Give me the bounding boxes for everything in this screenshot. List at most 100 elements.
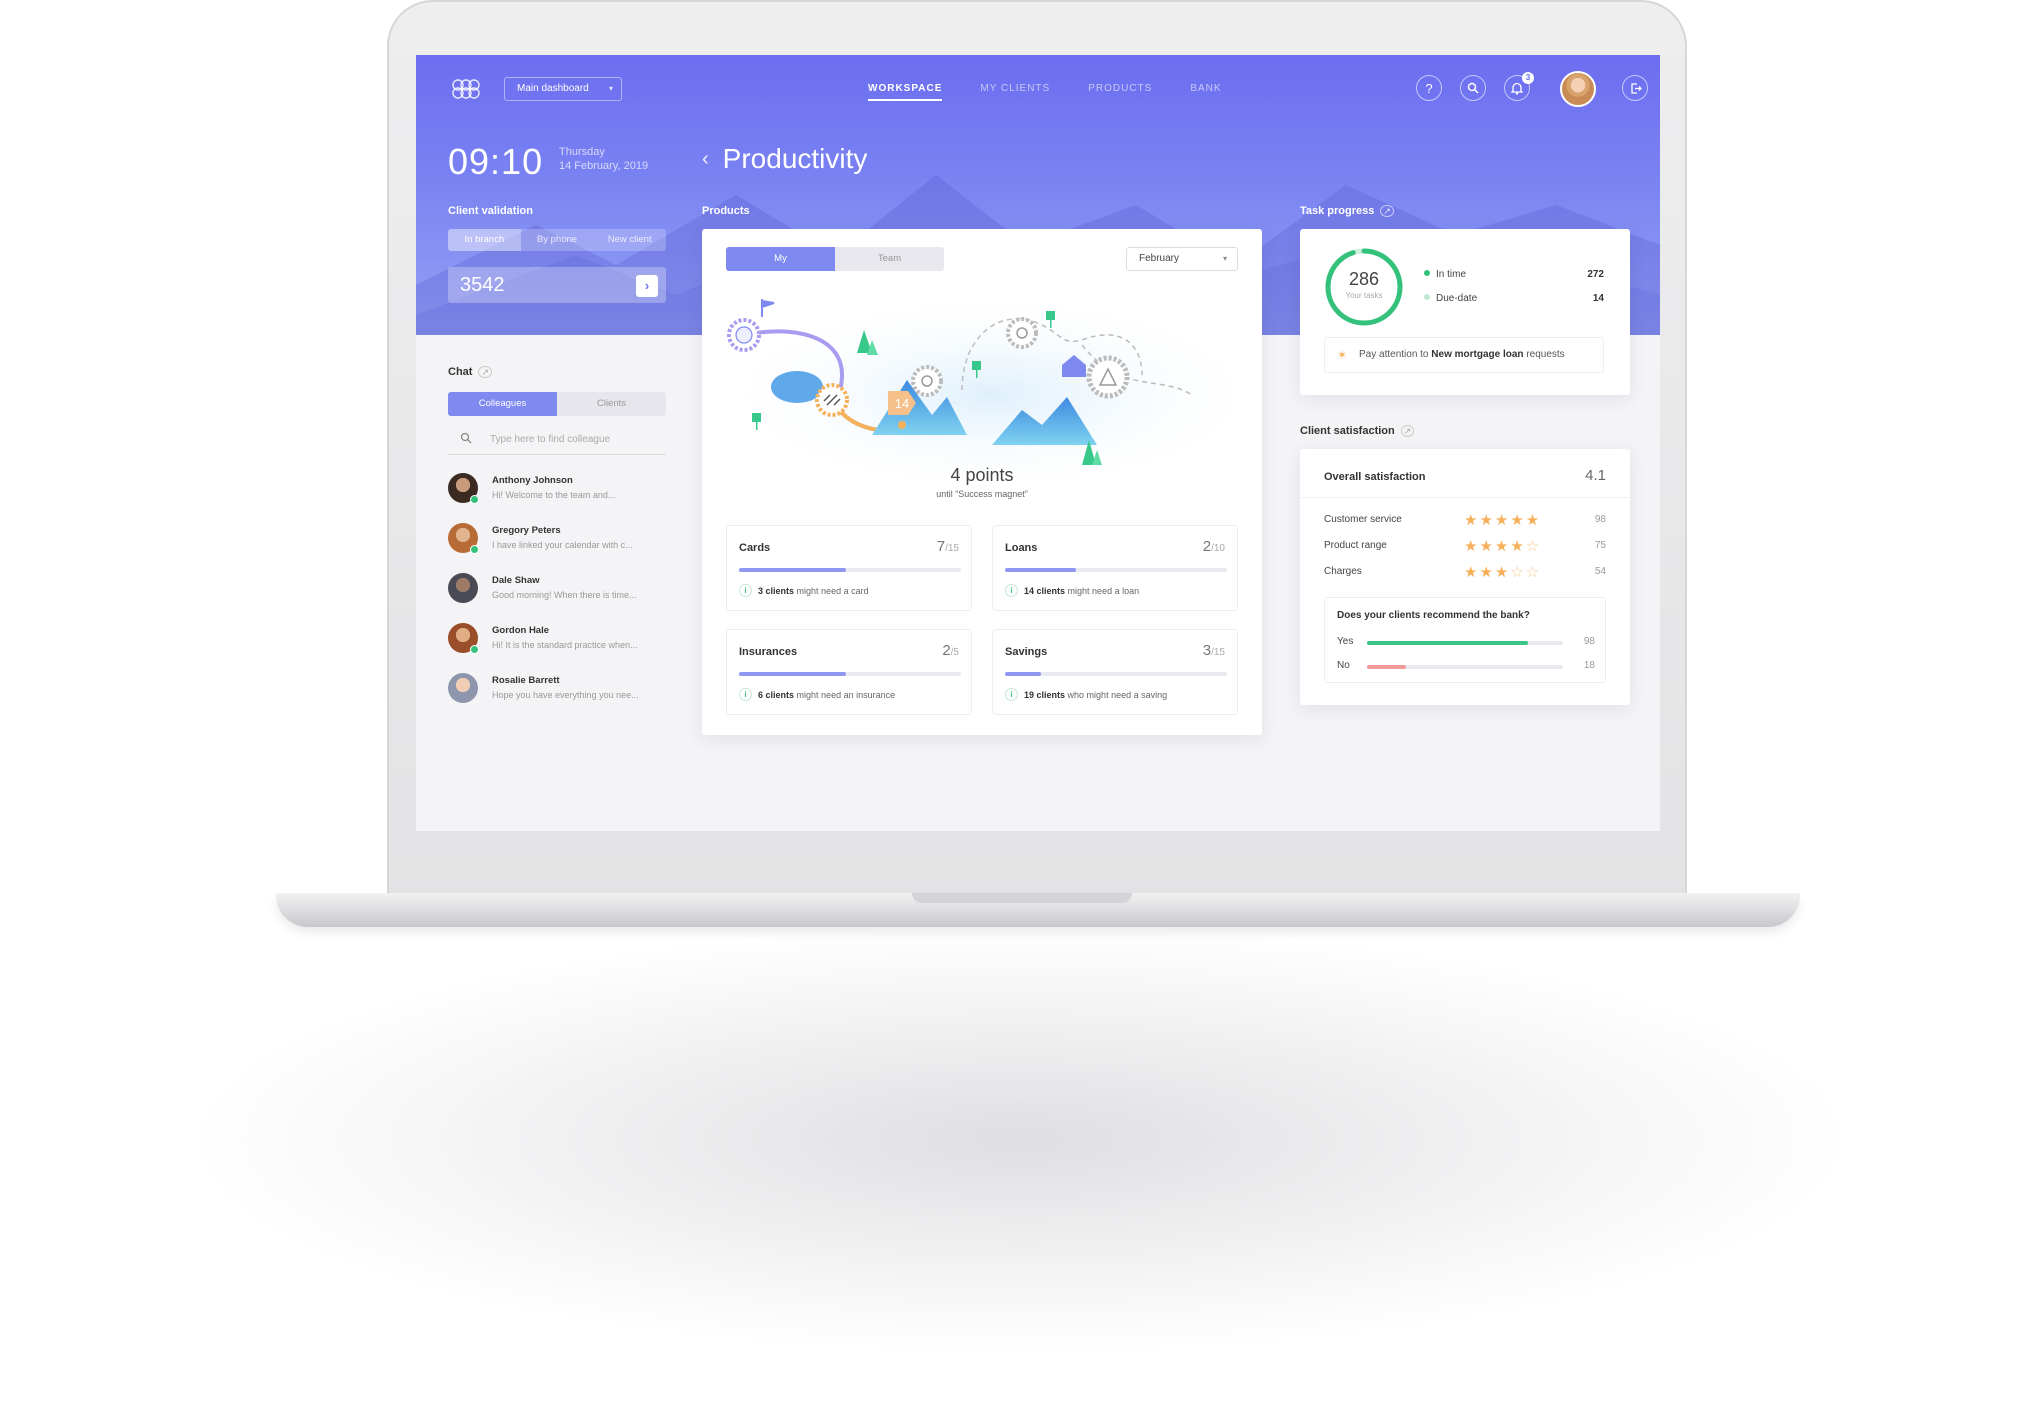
chat-item-name: Rosalie Barrett <box>492 675 560 686</box>
rating-name: Customer service <box>1324 514 1402 525</box>
metric-card-cards[interactable]: Cards 7/15 i 3 clients might need a card <box>726 525 972 611</box>
progress-map-illustration: 14 <box>727 290 1242 475</box>
chat-item[interactable]: Anthony Johnson Hi! Welcome to the team … <box>448 473 666 523</box>
nav-bank[interactable]: BANK <box>1190 83 1221 101</box>
info-icon: i <box>739 688 752 701</box>
metric-count-value: 3 <box>1202 642 1212 659</box>
chat-item[interactable]: Dale Shaw Good morning! When there is ti… <box>448 573 666 623</box>
chat-item-name: Anthony Johnson <box>492 475 573 486</box>
overall-satisfaction-value: 4.1 <box>1585 467 1606 484</box>
metric-progress-fill <box>739 568 846 572</box>
products-tabs: My Team <box>726 247 944 271</box>
rating-value: 54 <box>1594 566 1606 577</box>
metric-info-text: might need an insurance <box>796 689 896 700</box>
tab-clients[interactable]: Clients <box>557 392 666 416</box>
client-validation-label: Client validation <box>448 205 533 217</box>
recommend-question: Does your clients recommend the bank? <box>1337 610 1530 621</box>
tab-my[interactable]: My <box>726 247 835 271</box>
search-icon[interactable] <box>1460 75 1486 101</box>
colleague-search[interactable]: Type here to find colleague <box>448 425 666 455</box>
points-subtitle: until “Success magnet” <box>936 489 1028 499</box>
legend-label: In time <box>1436 269 1467 280</box>
user-avatar[interactable] <box>1560 71 1596 107</box>
legend-dot-icon <box>1424 294 1430 300</box>
rating-name: Charges <box>1324 566 1362 577</box>
chevron-right-icon[interactable]: › <box>636 275 658 297</box>
recommend-row-no: No 18 <box>1337 660 1595 674</box>
metric-name: Insurances <box>739 646 798 658</box>
metric-info-count: 3 clients <box>758 585 795 596</box>
metric-card-savings[interactable]: Savings 3/15 i 19 clients who might need … <box>992 629 1238 715</box>
nav-my-clients[interactable]: MY CLIENTS <box>980 83 1050 101</box>
chat-item-message: Hope you have everything you nee... <box>492 690 639 700</box>
chat-tabs: Colleagues Clients <box>448 392 666 416</box>
search-icon <box>460 432 472 447</box>
tab-new-client[interactable]: New client <box>593 229 666 251</box>
chat-header: Chat ↗ <box>448 366 492 378</box>
chat-list: Anthony Johnson Hi! Welcome to the team … <box>448 473 666 723</box>
current-date: Thursday 14 February, 2019 <box>559 145 648 173</box>
info-icon: i <box>739 584 752 597</box>
dashboard-select[interactable]: Main dashboard ▾ <box>504 77 622 101</box>
chat-item-name: Dale Shaw <box>492 575 540 586</box>
metric-progress-bar <box>739 672 961 676</box>
metric-info-text: who might need a saving <box>1067 689 1168 700</box>
metric-info-count: 14 clients <box>1024 585 1066 596</box>
help-icon[interactable]: ? <box>1416 75 1442 101</box>
metric-info-count: 19 clients <box>1024 689 1066 700</box>
overall-satisfaction-label: Overall satisfaction <box>1324 471 1426 483</box>
rating-row: Product range ★★★★☆ 75 <box>1324 537 1606 557</box>
metric-info: i 6 clients might need an insurance <box>739 688 895 701</box>
chat-item[interactable]: Gregory Peters I have linked your calend… <box>448 523 666 573</box>
tab-colleagues[interactable]: Colleagues <box>448 392 557 416</box>
client-validation-input[interactable]: 3542 › <box>448 267 666 303</box>
rating-row: Charges ★★★☆☆ 54 <box>1324 563 1606 583</box>
attention-notice[interactable]: ✶ Pay attention to New mortgage loan req… <box>1324 337 1604 373</box>
chat-item-message: Hi! Welcome to the team and... <box>492 490 616 500</box>
metric-name: Loans <box>1005 542 1038 554</box>
metric-count-value: 2 <box>1202 538 1212 555</box>
chevron-left-icon[interactable]: ‹ <box>702 148 709 171</box>
app-logo-icon[interactable] <box>448 77 482 101</box>
expand-icon[interactable]: ↗ <box>478 366 492 378</box>
month-select[interactable]: February ▾ <box>1126 247 1238 271</box>
expand-icon[interactable]: ↗ <box>1400 425 1415 437</box>
metric-name: Cards <box>739 542 771 554</box>
top-bar: Main dashboard ▾ WORKSPACE MY CLIENTS PR… <box>416 55 1660 125</box>
points-value: 4 points <box>950 465 1014 485</box>
task-progress-card: 286 Your tasks In time 272 Due-date 14 ✶… <box>1300 229 1630 395</box>
avatar <box>448 673 478 703</box>
metric-progress-bar <box>739 568 961 572</box>
rating-value: 75 <box>1594 540 1606 551</box>
recommend-bar <box>1367 665 1563 669</box>
month-select-value: February <box>1139 253 1180 264</box>
metric-count-value: 7 <box>936 538 946 555</box>
tab-team[interactable]: Team <box>835 247 944 271</box>
legend-in-time: In time 272 <box>1424 269 1604 280</box>
chat-item[interactable]: Gordon Hale Hi! It is the standard pract… <box>448 623 666 673</box>
legend-dot-icon <box>1424 270 1430 276</box>
laptop-shadow <box>200 930 1840 1350</box>
tab-by-phone[interactable]: By phone <box>521 229 594 251</box>
page-title[interactable]: ‹ Productivity <box>702 143 867 175</box>
metric-count-total: /15 <box>945 543 959 554</box>
nav-products[interactable]: PRODUCTS <box>1088 83 1152 101</box>
tab-in-branch[interactable]: In branch <box>448 229 521 251</box>
main-nav: WORKSPACE MY CLIENTS PRODUCTS BANK <box>868 83 1222 101</box>
recommend-label: No <box>1337 660 1350 671</box>
metric-count: 7/15 <box>937 538 959 555</box>
chat-item[interactable]: Rosalie Barrett Hope you have everything… <box>448 673 666 723</box>
metric-card-loans[interactable]: Loans 2/10 i 14 clients might need a loan <box>992 525 1238 611</box>
divider <box>1300 497 1630 498</box>
chat-item-name: Gordon Hale <box>492 625 550 636</box>
metric-card-insurances[interactable]: Insurances 2/5 i 6 clients might need an … <box>726 629 972 715</box>
nav-workspace[interactable]: WORKSPACE <box>868 83 943 101</box>
expand-icon[interactable]: ↗ <box>1380 205 1394 217</box>
dashboard-select-label: Main dashboard <box>517 83 589 94</box>
avatar <box>448 573 478 603</box>
chat-item-message: I have linked your calendar with c... <box>492 540 633 550</box>
recommend-row-yes: Yes 98 <box>1337 636 1595 650</box>
metric-info-count: 6 clients <box>758 689 795 700</box>
logout-icon[interactable] <box>1622 75 1648 101</box>
task-total-subtitle: Your tasks <box>1345 291 1383 300</box>
